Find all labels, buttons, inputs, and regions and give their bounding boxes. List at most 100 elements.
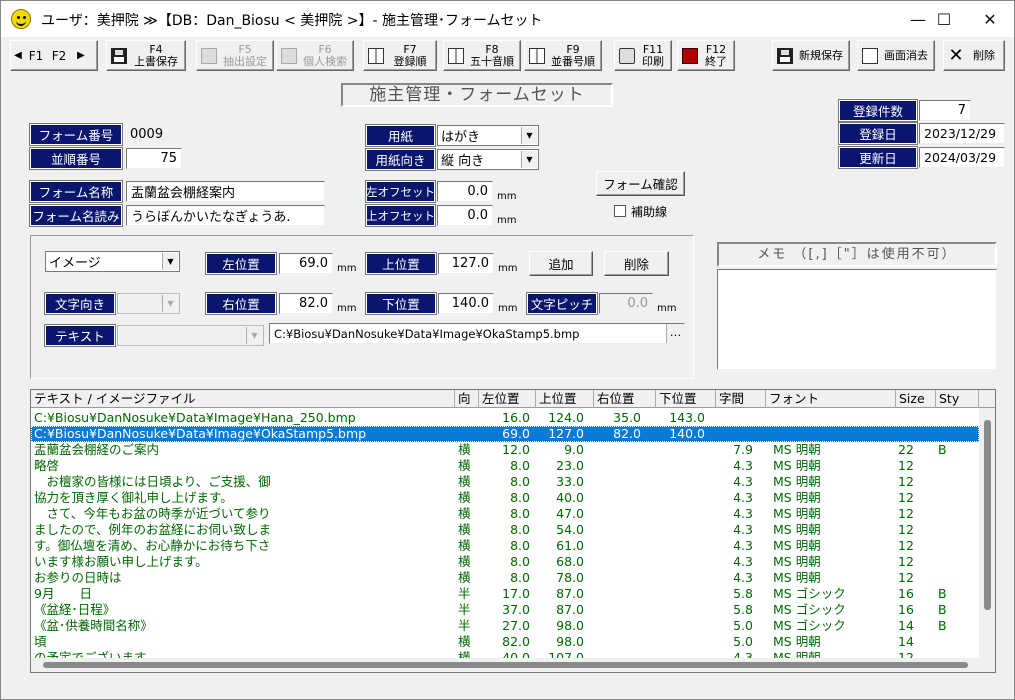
f12-exit-button[interactable]: F12 終了: [677, 40, 735, 71]
horizontal-scrollbar[interactable]: [31, 658, 979, 672]
table-row[interactable]: 略啓 横 8.0 23.0 4.3 MS 明朝 12: [31, 458, 979, 474]
dropdown-arrow-icon[interactable]: ▼: [162, 253, 178, 270]
form-name-input[interactable]: 盂蘭盆会棚経案内: [126, 181, 325, 202]
column-header[interactable]: フォント: [766, 390, 896, 408]
cell-size: 12: [898, 490, 914, 505]
memo-textarea[interactable]: [717, 269, 997, 370]
cell-font: MS ゴシック: [773, 586, 846, 601]
table-row[interactable]: 盂蘭盆会棚経のご案内 横 12.0 9.0 7.9 MS 明朝 22 B: [31, 442, 979, 458]
dropdown-arrow-icon[interactable]: ▼: [521, 127, 537, 144]
table-row[interactable]: す。御仏壇を清め、お心静かにお待ち下さ 横 8.0 61.0 4.3 MS 明朝 12: [31, 538, 979, 554]
cell-left: 69.0: [502, 426, 530, 441]
cell-size: 12: [898, 570, 914, 585]
item-type-select[interactable]: イメージ ▼: [45, 251, 180, 272]
f2-button[interactable]: F2: [47, 50, 71, 62]
cell-size: 12: [898, 554, 914, 569]
right-position-input[interactable]: 82.0: [279, 293, 333, 314]
f5-label: 抽出設定: [223, 54, 267, 68]
f11-print-button[interactable]: F11 印刷: [614, 40, 672, 71]
cell-size: 12: [898, 538, 914, 553]
dropdown-arrow-icon[interactable]: ▼: [521, 151, 537, 168]
new-save-button[interactable]: 新規保存: [772, 40, 850, 71]
f9-sequence-order-button[interactable]: F9 並番号順: [524, 40, 602, 71]
cell-text: います様お願い申し上げます。: [34, 554, 208, 569]
image-file-path-input[interactable]: C:¥Biosu¥DanNosuke¥Data¥Image¥OkaStamp5.…: [269, 323, 685, 344]
f7-registration-order-button[interactable]: F7 登録順: [363, 40, 437, 71]
table-row[interactable]: お檀家の皆様には日頃より、ご支援、御 横 8.0 33.0 4.3 MS 明朝 12: [31, 474, 979, 490]
f8-kana-order-button[interactable]: F8 五十音順: [443, 40, 521, 71]
prev-arrow-icon[interactable]: ◀: [11, 50, 25, 62]
add-item-button[interactable]: 追加: [529, 251, 593, 276]
f1-f2-record-nav[interactable]: ◀ F1 F2 ▶: [10, 40, 98, 71]
dropdown-arrow-icon[interactable]: ▼: [246, 327, 262, 344]
cell-text: C:¥Biosu¥DanNosuke¥Data¥Image¥Hana_250.b…: [34, 410, 356, 425]
blank-document-icon: [862, 47, 878, 64]
bottom-position-input[interactable]: 140.0: [438, 293, 494, 314]
text-select[interactable]: ▼: [117, 325, 264, 346]
f1-button[interactable]: F1: [25, 50, 47, 62]
text-direction-select[interactable]: ▼: [117, 293, 180, 314]
title-bar: ユーザ：美押院 ≫【DB：Dan_Biosu < 美押院 >】- 施主管理･フォ…: [1, 1, 1014, 37]
guide-line-checkbox[interactable]: [614, 205, 626, 217]
char-pitch-input[interactable]: 0.0: [599, 293, 653, 314]
left-position-input[interactable]: 69.0: [279, 253, 333, 274]
table-row[interactable]: さて、今年もお盆の時季が近づいて参り 横 8.0 47.0 4.3 MS 明朝 12: [31, 506, 979, 522]
cell-style: B: [938, 618, 947, 633]
paper-select[interactable]: はがき ▼: [437, 125, 539, 146]
table-row[interactable]: ましたので、例年のお盆経にお伺い致しま 横 8.0 54.0 4.3 MS 明朝 12: [31, 522, 979, 538]
table-row[interactable]: います様お願い申し上げます。 横 8.0 68.0 4.3 MS 明朝 12: [31, 554, 979, 570]
cell-text: さて、今年もお盆の時季が近づいて参り: [34, 506, 271, 521]
table-row[interactable]: 協力を頂き厚く御礼申し上げます。 横 8.0 40.0 4.3 MS 明朝 12: [31, 490, 979, 506]
delete-item-button[interactable]: 削除: [604, 251, 669, 276]
table-row[interactable]: 《盆･供養時間名称》 半 27.0 98.0 5.0 MS ゴシック 14 B: [31, 618, 979, 634]
cell-dir: 横: [458, 554, 471, 569]
delete-button[interactable]: ✕ 削除: [943, 40, 1005, 71]
order-number-input[interactable]: 75: [126, 148, 182, 169]
cell-text: 略啓: [34, 458, 60, 473]
count-label: 登録件数: [838, 99, 918, 122]
column-header[interactable]: 向: [455, 390, 479, 408]
column-header[interactable]: 上位置: [536, 390, 594, 408]
table-row[interactable]: C:¥Biosu¥DanNosuke¥Data¥Image¥OkaStamp5.…: [31, 426, 979, 442]
next-arrow-icon[interactable]: ▶: [71, 50, 91, 62]
column-header[interactable]: Size: [896, 390, 936, 408]
browse-button[interactable]: …: [666, 324, 684, 343]
column-header[interactable]: 字間: [716, 390, 766, 408]
cell-top: 47.0: [556, 506, 584, 521]
table-row[interactable]: 9月 日 半 17.0 87.0 5.8 MS ゴシック 16 B: [31, 586, 979, 602]
cell-text: お檀家の皆様には日頃より、ご支援、御: [34, 474, 271, 489]
vertical-scrollbar[interactable]: [979, 408, 995, 672]
orientation-select[interactable]: 縦 向き ▼: [437, 149, 539, 170]
vertical-scroll-thumb[interactable]: [984, 420, 991, 610]
floppy-disk-icon: [777, 47, 793, 64]
column-header[interactable]: Sty: [936, 390, 979, 408]
clear-screen-button[interactable]: 画面消去: [857, 40, 935, 71]
dropdown-arrow-icon[interactable]: ▼: [162, 295, 178, 312]
new-save-label: 新規保存: [799, 48, 843, 62]
form-check-button[interactable]: フォーム確認: [596, 171, 685, 196]
items-table[interactable]: テキスト / イメージファイル向左位置 上位置 右位置 下位置 字間 フォント Size St…: [30, 389, 996, 673]
table-row[interactable]: C:¥Biosu¥DanNosuke¥Data¥Image¥Hana_250.b…: [31, 410, 979, 426]
main-window: ユーザ：美押院 ≫【DB：Dan_Biosu < 美押院 >】- 施主管理･フォ…: [0, 0, 1015, 700]
top-position-input[interactable]: 127.0: [438, 253, 494, 274]
orientation-label: 用紙向き: [365, 148, 436, 171]
table-row[interactable]: お参りの日時は 横 8.0 78.0 4.3 MS 明朝 12: [31, 570, 979, 586]
left-offset-input[interactable]: 0.0: [437, 181, 493, 202]
column-header[interactable]: テキスト / イメージファイル: [31, 390, 455, 408]
table-row[interactable]: 《盆経･日程》 半 37.0 87.0 5.8 MS ゴシック 16 B: [31, 602, 979, 618]
cell-size: 14: [898, 618, 914, 633]
maximize-button[interactable]: ☐: [921, 1, 967, 37]
cell-top: 87.0: [556, 586, 584, 601]
table-row[interactable]: 頃 横 82.0 98.0 5.0 MS 明朝 14: [31, 634, 979, 650]
f6-personal-search-button[interactable]: F6 個人検索: [276, 40, 354, 71]
column-header[interactable]: 下位置: [656, 390, 716, 408]
f5-extract-settings-button[interactable]: F5 抽出設定: [196, 40, 274, 71]
column-header[interactable]: 左位置: [479, 390, 536, 408]
cell-font: MS 明朝: [773, 570, 821, 585]
close-button[interactable]: ✕: [967, 1, 1013, 37]
column-header[interactable]: 右位置: [594, 390, 656, 408]
top-offset-input[interactable]: 0.0: [437, 205, 493, 226]
f4-overwrite-save-button[interactable]: F4 上書保存: [106, 40, 186, 71]
horizontal-scroll-thumb[interactable]: [43, 662, 968, 668]
form-reading-input[interactable]: うらぼんかいたなぎょうあ.: [126, 205, 325, 226]
